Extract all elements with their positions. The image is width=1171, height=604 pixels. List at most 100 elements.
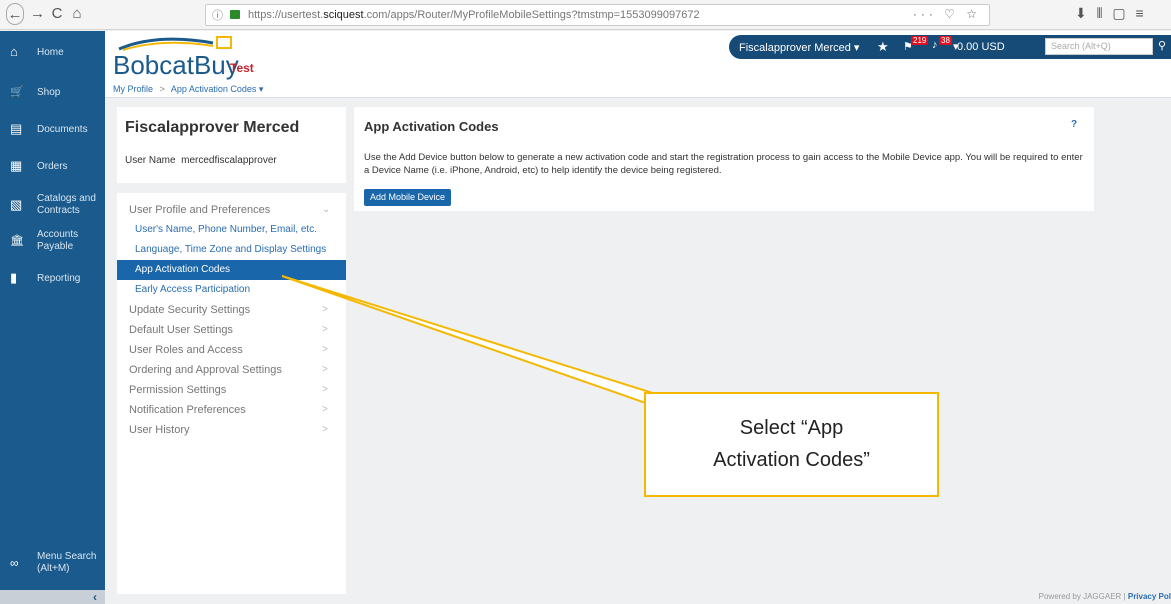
user-menu[interactable]: Fiscalapprover Merced ▾: [739, 41, 859, 54]
chevron-right-icon: >: [322, 424, 328, 435]
page-title: App Activation Codes: [364, 119, 499, 134]
reporting-icon: ▮: [10, 270, 18, 285]
search-icon[interactable]: ⚲: [1158, 39, 1166, 52]
menu-label: User History: [129, 424, 190, 436]
chevron-right-icon: >: [322, 344, 328, 355]
menu-search-button[interactable]: ∞ Menu Search (Alt+M): [0, 550, 105, 576]
submenu-language[interactable]: Language, Time Zone and Display Settings: [117, 240, 346, 260]
chevron-down-icon: ⌄: [322, 204, 331, 215]
user-name-label: User Name: [125, 155, 176, 166]
sidebar-item-orders[interactable]: ▦ Orders: [0, 157, 105, 177]
sidebar-item-label: Documents: [37, 124, 88, 135]
app-logo[interactable]: BobcatBuy: [113, 50, 239, 81]
sidebar-item-documents[interactable]: ▤ Documents: [0, 120, 105, 140]
browser-toolbar-icons[interactable]: ⬇ ⫴ ▢ ≡: [1075, 5, 1147, 22]
submenu-label: User's Name, Phone Number, Email, etc.: [135, 224, 317, 235]
sidebar-item-label: Catalogs and Contracts: [37, 193, 96, 216]
menu-notification-preferences[interactable]: Notification Preferences >: [117, 400, 346, 420]
menu-user-roles[interactable]: User Roles and Access >: [117, 340, 346, 360]
star-icon[interactable]: ★: [877, 39, 889, 55]
user-bar: Fiscalapprover Merced ▾ ★ ⚑ 219 ♪ 38 ▾ 0…: [729, 35, 1171, 59]
home-icon: ⌂: [10, 44, 18, 59]
sidebar-collapse-button[interactable]: ‹: [0, 590, 105, 604]
environment-tag: Test: [230, 61, 254, 75]
breadcrumb-my-profile[interactable]: My Profile: [113, 84, 153, 94]
help-icon[interactable]: ?: [1071, 119, 1077, 130]
back-button[interactable]: ←: [6, 3, 24, 25]
callout-box: Select “App Activation Codes”: [644, 392, 939, 497]
chevron-right-icon: >: [322, 304, 328, 315]
breadcrumb-separator: >: [159, 84, 165, 94]
sidebar-item-accounts-payable[interactable]: 🏛 Accounts Payable: [0, 228, 105, 254]
bank-icon: 🏛: [10, 235, 24, 247]
lock-icon: [230, 10, 240, 19]
orders-icon: ▦: [10, 158, 23, 173]
sidebar-item-shop[interactable]: 🛒 Shop: [0, 83, 105, 103]
forward-button[interactable]: →: [30, 3, 45, 25]
bell-icon[interactable]: ♪: [932, 39, 938, 51]
page-actions[interactable]: ··· ♡ ☆: [913, 7, 981, 21]
user-name-value: mercedfiscalapprover: [181, 155, 277, 166]
url-text: https://usertest.sciquest.com/apps/Route…: [248, 9, 700, 21]
catalogs-icon: ▧: [10, 197, 23, 212]
user-name-row: User Name mercedfiscalapprover: [125, 155, 277, 166]
documents-icon: ▤: [10, 121, 23, 136]
callout-text: Select “App Activation Codes”: [713, 417, 870, 471]
reload-button[interactable]: C: [50, 3, 64, 25]
submenu-label: Language, Time Zone and Display Settings: [135, 244, 327, 255]
divider: [117, 183, 346, 193]
sidebar-item-label: Home: [37, 47, 64, 58]
url-bar[interactable]: ⓘ https://usertest.sciquest.com/apps/Rou…: [205, 4, 990, 26]
instructions-text: Use the Add Device button below to gener…: [364, 152, 1083, 176]
submenu-users-name[interactable]: User's Name, Phone Number, Email, etc.: [117, 220, 346, 240]
sidebar-item-home[interactable]: ⌂ Home: [0, 43, 105, 63]
menu-label: Default User Settings: [129, 324, 233, 336]
menu-label: Notification Preferences: [129, 404, 246, 416]
privacy-link[interactable]: Privacy Pol: [1128, 592, 1171, 601]
activation-codes-panel: App Activation Codes ? Use the Add Devic…: [354, 107, 1094, 211]
menu-ordering-approval[interactable]: Ordering and Approval Settings >: [117, 360, 346, 380]
profile-panel: Fiscalapprover Merced User Name mercedfi…: [117, 107, 346, 594]
menu-update-security[interactable]: Update Security Settings >: [117, 300, 346, 320]
breadcrumb: My Profile > App Activation Codes ▾: [105, 81, 1171, 98]
chevron-right-icon: >: [322, 384, 328, 395]
menu-label: User Profile and Preferences: [129, 204, 271, 216]
submenu-app-activation-codes[interactable]: App Activation Codes: [117, 260, 346, 280]
menu-permission-settings[interactable]: Permission Settings >: [117, 380, 346, 400]
menu-label: Ordering and Approval Settings: [129, 364, 282, 376]
cart-total[interactable]: 0.00 USD: [957, 41, 1005, 53]
binoculars-icon: ∞: [10, 556, 19, 570]
powered-by: Powered by JAGGAER |: [1038, 592, 1128, 601]
sidebar: ⌂ Home 🛒 Shop ▤ Documents ▦ Orders ▧ Cat…: [0, 31, 105, 604]
footer: Powered by JAGGAER | Privacy Pol: [1039, 592, 1171, 601]
breadcrumb-current[interactable]: App Activation Codes ▾: [171, 84, 264, 94]
chevron-right-icon: >: [322, 364, 328, 375]
search-input[interactable]: Search (Alt+Q): [1045, 38, 1153, 55]
cart-icon: 🛒: [10, 86, 24, 98]
add-mobile-device-button[interactable]: Add Mobile Device: [364, 189, 452, 206]
sidebar-item-catalogs[interactable]: ▧ Catalogs and Contracts: [0, 192, 105, 218]
submenu-early-access[interactable]: Early Access Participation: [117, 280, 346, 300]
menu-search-label: Menu Search (Alt+M): [37, 551, 97, 574]
bell-badge: 38: [939, 36, 952, 45]
sidebar-item-label: Accounts Payable: [37, 229, 79, 252]
menu-default-user-settings[interactable]: Default User Settings >: [117, 320, 346, 340]
submenu-label: App Activation Codes: [135, 264, 231, 275]
submenu-label: Early Access Participation: [135, 284, 251, 295]
sidebar-item-label: Orders: [37, 161, 68, 172]
sidebar-item-label: Reporting: [37, 273, 81, 284]
home-button[interactable]: ⌂: [70, 3, 84, 25]
sidebar-item-reporting[interactable]: ▮ Reporting: [0, 269, 105, 289]
menu-label: Permission Settings: [129, 384, 227, 396]
menu-label: User Roles and Access: [129, 344, 243, 356]
sidebar-item-label: Shop: [37, 87, 61, 98]
menu-user-profile[interactable]: User Profile and Preferences ⌄: [117, 200, 346, 220]
info-icon[interactable]: ⓘ: [212, 7, 223, 23]
menu-user-history[interactable]: User History >: [117, 420, 346, 440]
app-header: BobcatBuy Test Fiscalapprover Merced ▾ ★…: [105, 31, 1171, 81]
browser-toolbar: ← → C ⌂ ⓘ https://usertest.sciquest.com/…: [0, 0, 1171, 30]
chevron-left-icon: ‹: [93, 590, 97, 604]
chevron-right-icon: >: [322, 324, 328, 335]
profile-name: Fiscalapprover Merced: [125, 119, 300, 136]
flag-badge: 219: [911, 36, 929, 45]
